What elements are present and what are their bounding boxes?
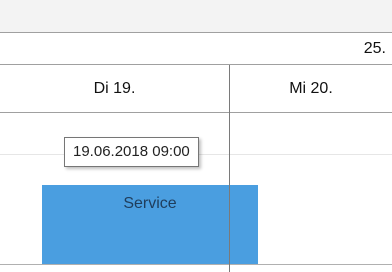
day-column-divider (229, 65, 230, 272)
time-tooltip: 19.06.2018 09:00 (64, 137, 199, 167)
calendar-top-strip (0, 0, 392, 32)
calendar-view: 25. Di 19. Mi 20. Service 19.06.2018 09:… (0, 0, 392, 272)
appointment-block[interactable]: Service (42, 185, 258, 264)
week-header-row: 25. (0, 32, 392, 65)
time-slot-divider (0, 264, 392, 265)
week-number-label: 25. (363, 40, 386, 57)
day-header-row: Di 19. Mi 20. (0, 65, 392, 113)
day-header-tuesday[interactable]: Di 19. (0, 65, 229, 112)
day-header-wednesday[interactable]: Mi 20. (230, 65, 392, 112)
appointment-title: Service (123, 195, 177, 212)
